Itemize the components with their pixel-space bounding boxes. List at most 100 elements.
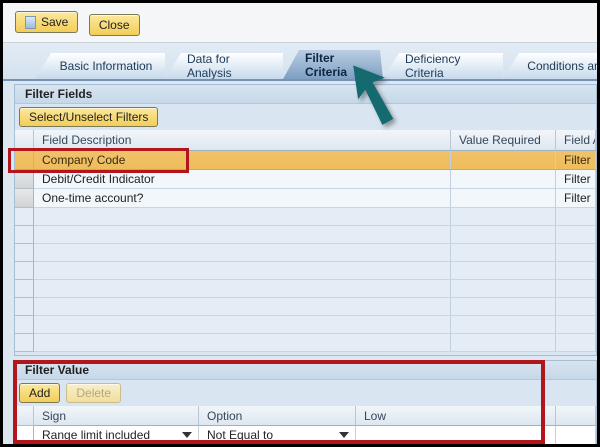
column-header-field-description[interactable]: Field Description	[34, 130, 451, 151]
row-selector-cell[interactable]	[15, 426, 34, 444]
field-description-cell[interactable]: Company Code	[34, 151, 451, 170]
select-all-cell[interactable]	[15, 130, 34, 151]
low-value-input[interactable]	[356, 426, 556, 444]
value-required-cell[interactable]	[451, 151, 556, 170]
table-row-empty	[15, 334, 596, 352]
table-row-empty	[15, 262, 596, 280]
tab-data-for-analysis[interactable]: Data for Analysis	[165, 53, 283, 79]
tab-filter-criteria[interactable]: Filter Criteria	[283, 50, 383, 79]
column-header-option[interactable]: Option	[199, 406, 356, 426]
add-button-label: Add	[29, 386, 51, 400]
field-analysis-cell	[556, 298, 596, 316]
value-required-cell	[451, 316, 556, 334]
column-header-field-analysis[interactable]: Field An	[556, 130, 596, 151]
tab-deficiency-criteria[interactable]: Deficiency Criteria	[383, 53, 503, 79]
tab-label: Filter Criteria	[305, 50, 348, 79]
tab-conditions-and-calculations[interactable]: Conditions and Calcula	[503, 53, 597, 79]
select-unselect-filters-button[interactable]: Select/Unselect Filters	[19, 107, 159, 127]
table-row-empty	[15, 226, 596, 244]
row-filler-cell	[556, 426, 596, 444]
field-analysis-cell	[556, 208, 596, 226]
tab-label: Deficiency Criteria	[405, 52, 461, 80]
delete-button[interactable]: Delete	[66, 383, 122, 403]
table-row-empty	[15, 280, 596, 298]
field-analysis-cell	[556, 226, 596, 244]
field-description-cell	[34, 298, 451, 316]
field-analysis-cell	[556, 280, 596, 298]
table-row-empty	[15, 316, 596, 334]
row-selector-cell	[15, 226, 34, 244]
close-button[interactable]: Close	[88, 13, 140, 36]
value-required-cell	[451, 226, 556, 244]
app-window: Save Close Basic Information Data for An…	[0, 0, 600, 447]
field-analysis-cell	[556, 262, 596, 280]
table-row-debit-credit[interactable]: Debit/Credit Indicator Filter	[15, 170, 596, 189]
column-header-label: Low	[364, 408, 387, 423]
field-description-cell	[34, 280, 451, 298]
filter-fields-header-row: Field Description Value Required Field A…	[15, 130, 596, 151]
row-selector-cell[interactable]	[15, 151, 34, 170]
save-button-label: Save	[41, 15, 69, 29]
table-row-one-time-account[interactable]: One-time account? Filter	[15, 189, 596, 208]
filter-fields-title: Filter Fields	[15, 85, 596, 104]
row-selector-cell	[15, 316, 34, 334]
field-description-cell	[34, 334, 451, 352]
field-analysis-cell	[556, 244, 596, 262]
filter-value-title: Filter Value	[15, 361, 596, 380]
tab-label: Conditions and Calcula	[527, 59, 597, 73]
column-header-sign[interactable]: Sign	[34, 406, 199, 426]
select-all-cell[interactable]	[15, 406, 34, 426]
select-unselect-filters-label: Select/Unselect Filters	[29, 110, 149, 124]
filter-value-header-row: Sign Option Low	[15, 406, 596, 426]
field-analysis-cell[interactable]: Filter	[556, 189, 596, 208]
filter-fields-table: Field Description Value Required Field A…	[15, 130, 596, 352]
value-required-cell[interactable]	[451, 170, 556, 189]
top-toolbar: Save Close	[3, 3, 597, 43]
field-description-cell	[34, 244, 451, 262]
field-analysis-cell	[556, 316, 596, 334]
tab-label: Data for Analysis	[187, 52, 232, 80]
field-analysis-cell	[556, 334, 596, 352]
column-header-label: Field Description	[42, 133, 132, 147]
row-selector-cell	[15, 334, 34, 352]
filter-fields-panel: Filter Fields Select/Unselect Filters Fi…	[14, 84, 597, 356]
field-description-cell	[34, 226, 451, 244]
value-required-cell	[451, 208, 556, 226]
filter-value-panel: Filter Value Add Delete Sign Option Low …	[14, 360, 597, 444]
sign-dropdown-value: Range limit included	[42, 428, 151, 442]
field-description-cell[interactable]: One-time account?	[34, 189, 451, 208]
row-selector-cell	[15, 208, 34, 226]
option-dropdown[interactable]: Not Equal to	[199, 426, 356, 444]
value-required-cell	[451, 244, 556, 262]
table-row-empty	[15, 208, 596, 226]
tab-basic-information[interactable]: Basic Information	[35, 53, 165, 79]
filter-value-row[interactable]: Range limit included Not Equal to	[15, 426, 596, 444]
field-description-cell	[34, 208, 451, 226]
value-required-cell[interactable]	[451, 189, 556, 208]
close-button-label: Close	[98, 17, 130, 32]
chevron-down-icon[interactable]	[182, 432, 192, 438]
field-analysis-cell[interactable]: Filter	[556, 151, 596, 170]
field-description-cell	[34, 262, 451, 280]
value-required-cell	[451, 334, 556, 352]
chevron-down-icon[interactable]	[339, 432, 349, 438]
column-header-label: Sign	[42, 408, 67, 423]
add-button[interactable]: Add	[19, 383, 61, 403]
field-description-cell	[34, 316, 451, 334]
column-header-label: Value Required	[459, 133, 541, 147]
field-description-cell[interactable]: Debit/Credit Indicator	[34, 170, 451, 189]
sign-dropdown[interactable]: Range limit included	[34, 426, 199, 444]
column-header-value-required[interactable]: Value Required	[451, 130, 556, 151]
column-header-low[interactable]: Low	[356, 406, 556, 426]
field-analysis-cell[interactable]: Filter	[556, 170, 596, 189]
row-selector-cell[interactable]	[15, 189, 34, 208]
row-selector-cell[interactable]	[15, 170, 34, 189]
value-required-cell	[451, 280, 556, 298]
save-button[interactable]: Save	[15, 11, 79, 33]
row-selector-cell	[15, 262, 34, 280]
tab-strip: Basic Information Data for Analysis Filt…	[3, 43, 597, 81]
delete-button-label: Delete	[76, 386, 112, 400]
table-row-empty	[15, 244, 596, 262]
filter-value-title-text: Filter Value	[25, 363, 90, 377]
table-row-company-code[interactable]: Company Code Filter	[15, 151, 596, 170]
